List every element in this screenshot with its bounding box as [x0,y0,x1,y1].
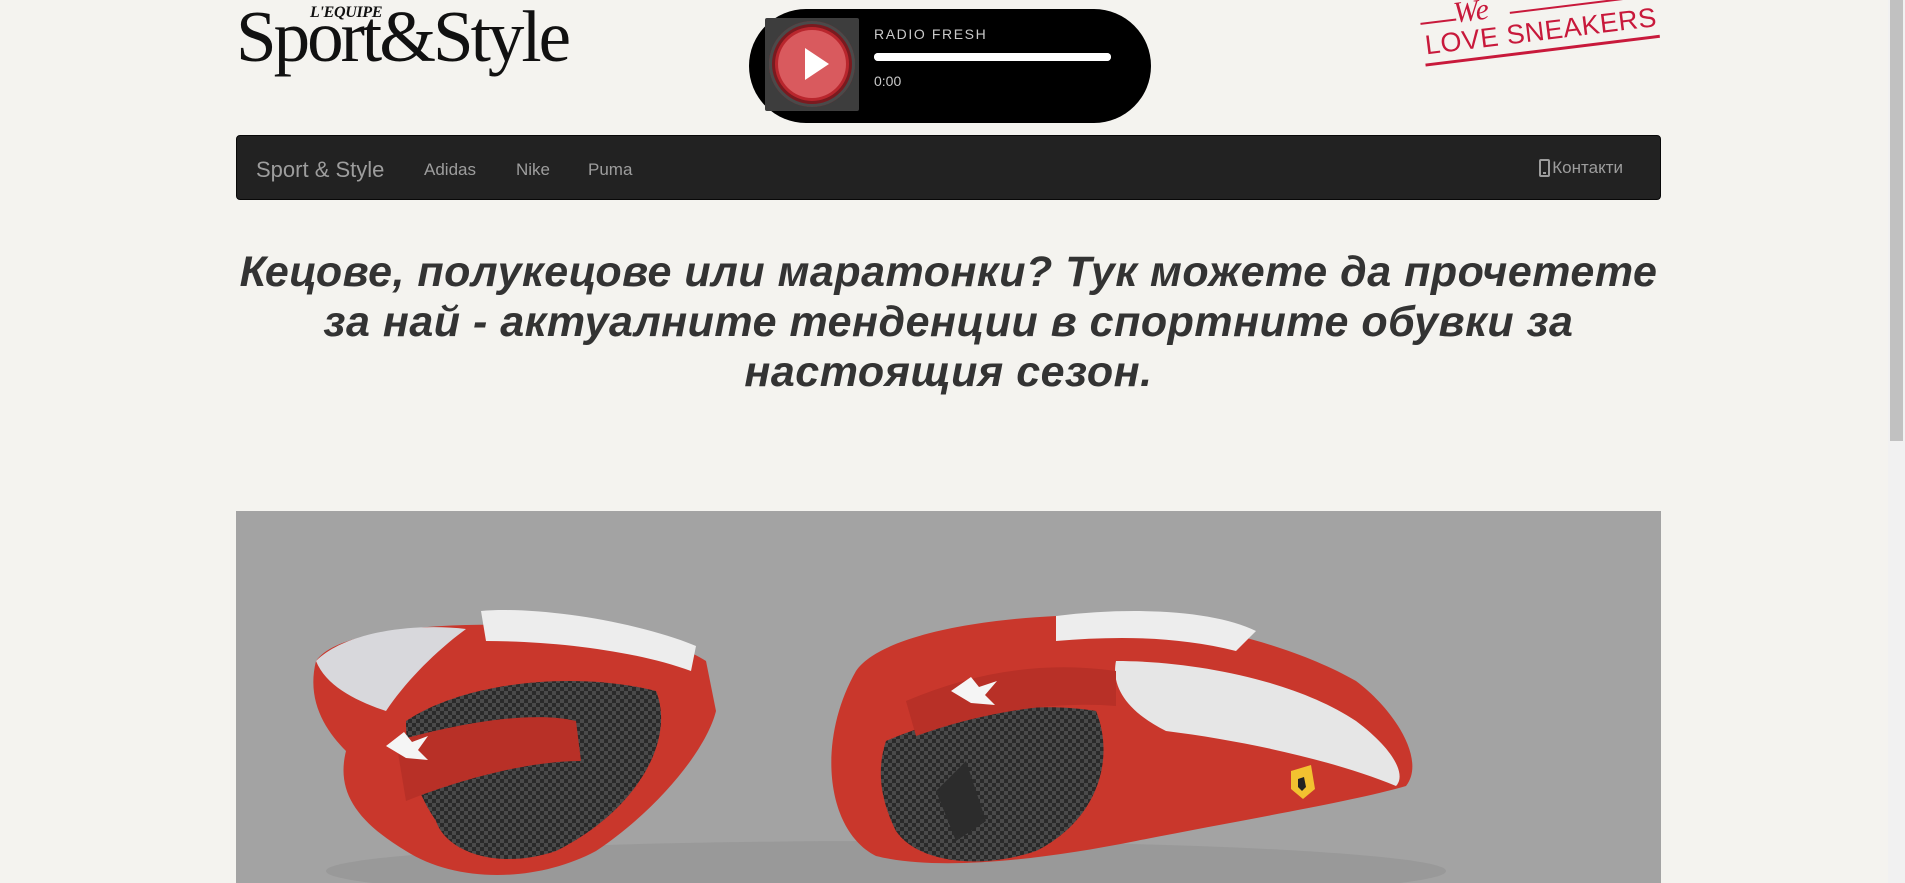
contacts-label: Контакти [1552,158,1623,177]
nav-link-contacts[interactable]: Контакти [1539,158,1623,178]
navbar-brand[interactable]: Sport & Style [256,157,384,183]
logo-wordmark: Sport&Style [236,0,571,77]
sport-style-logo[interactable]: Sport&Style L'EQUIPE [236,0,616,84]
right-shoe [831,611,1413,864]
page-headline: Кецове, полукецове или маратонки? Тук мо… [239,248,1658,396]
phone-icon [1539,159,1551,177]
station-name: RADIO FRESH [874,26,988,42]
hero-sneakers-image [236,511,1661,883]
logo-lequipe: L'EQUIPE [310,4,383,21]
main-navbar: Sport & Style Adidas Nike Puma Контакти [236,135,1661,200]
play-button[interactable] [769,21,855,107]
progress-bar[interactable] [874,53,1111,61]
nav-link-puma[interactable]: Puma [588,160,632,180]
sneakers-illustration [313,610,1446,883]
radio-player: RADIO FRESH 0:00 [749,9,1151,123]
we-love-sneakers-logo: We LOVE SNEAKERS [1410,0,1660,83]
player-cover [765,18,859,111]
logo-rule-left [1420,18,1457,25]
left-shoe [313,610,716,875]
nav-link-adidas[interactable]: Adidas [424,160,476,180]
scrollbar-thumb[interactable] [1890,0,1903,441]
page-container: Sport&Style L'EQUIPE RADIO FRESH 0:00 We… [236,0,1661,883]
nav-link-nike[interactable]: Nike [516,160,550,180]
time-readout: 0:00 [874,73,902,89]
play-icon [805,48,829,80]
page-scrollbar[interactable] [1888,0,1905,883]
progress-fill [874,53,1111,61]
